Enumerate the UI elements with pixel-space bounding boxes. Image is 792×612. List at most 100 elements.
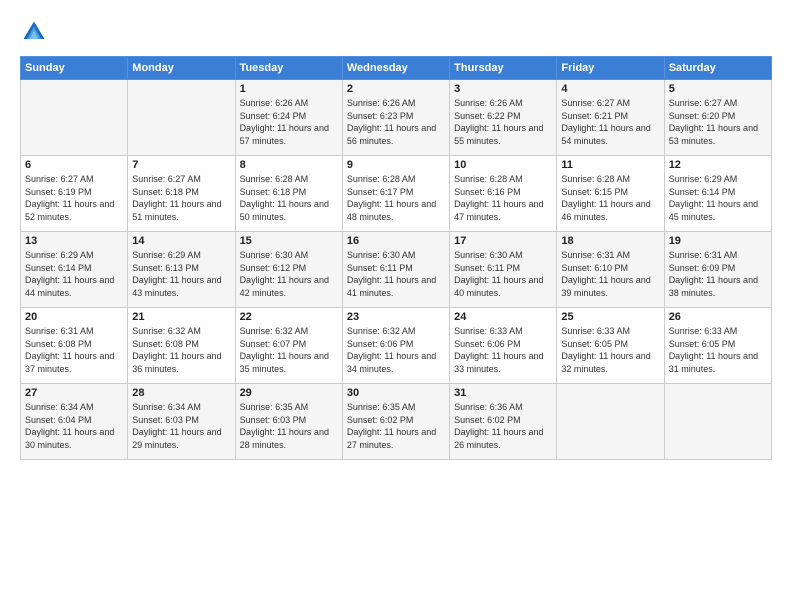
day-number: 16 <box>347 235 445 247</box>
calendar-cell: 11 Sunrise: 6:28 AM Sunset: 6:15 PM Dayl… <box>557 156 664 232</box>
day-number: 18 <box>561 235 659 247</box>
day-info: Sunrise: 6:35 AM Sunset: 6:03 PM Dayligh… <box>240 401 338 451</box>
day-number: 14 <box>132 235 230 247</box>
header <box>20 18 772 46</box>
day-number: 30 <box>347 387 445 399</box>
day-number: 27 <box>25 387 123 399</box>
day-info: Sunrise: 6:29 AM Sunset: 6:13 PM Dayligh… <box>132 249 230 299</box>
day-info: Sunrise: 6:32 AM Sunset: 6:06 PM Dayligh… <box>347 325 445 375</box>
weekday-header: Friday <box>557 57 664 80</box>
day-number: 5 <box>669 83 767 95</box>
day-info: Sunrise: 6:26 AM Sunset: 6:22 PM Dayligh… <box>454 97 552 147</box>
calendar-cell: 12 Sunrise: 6:29 AM Sunset: 6:14 PM Dayl… <box>664 156 771 232</box>
calendar-cell: 13 Sunrise: 6:29 AM Sunset: 6:14 PM Dayl… <box>21 232 128 308</box>
calendar-cell <box>557 384 664 460</box>
day-info: Sunrise: 6:28 AM Sunset: 6:16 PM Dayligh… <box>454 173 552 223</box>
day-info: Sunrise: 6:28 AM Sunset: 6:17 PM Dayligh… <box>347 173 445 223</box>
day-info: Sunrise: 6:26 AM Sunset: 6:23 PM Dayligh… <box>347 97 445 147</box>
day-info: Sunrise: 6:29 AM Sunset: 6:14 PM Dayligh… <box>669 173 767 223</box>
calendar-cell <box>664 384 771 460</box>
day-info: Sunrise: 6:33 AM Sunset: 6:05 PM Dayligh… <box>669 325 767 375</box>
day-info: Sunrise: 6:26 AM Sunset: 6:24 PM Dayligh… <box>240 97 338 147</box>
day-number: 28 <box>132 387 230 399</box>
day-number: 7 <box>132 159 230 171</box>
weekday-header: Tuesday <box>235 57 342 80</box>
calendar-cell: 18 Sunrise: 6:31 AM Sunset: 6:10 PM Dayl… <box>557 232 664 308</box>
calendar-cell: 4 Sunrise: 6:27 AM Sunset: 6:21 PM Dayli… <box>557 80 664 156</box>
calendar-cell: 10 Sunrise: 6:28 AM Sunset: 6:16 PM Dayl… <box>450 156 557 232</box>
calendar-cell: 27 Sunrise: 6:34 AM Sunset: 6:04 PM Dayl… <box>21 384 128 460</box>
day-number: 31 <box>454 387 552 399</box>
day-number: 22 <box>240 311 338 323</box>
calendar-cell: 24 Sunrise: 6:33 AM Sunset: 6:06 PM Dayl… <box>450 308 557 384</box>
calendar-cell: 14 Sunrise: 6:29 AM Sunset: 6:13 PM Dayl… <box>128 232 235 308</box>
page: SundayMondayTuesdayWednesdayThursdayFrid… <box>0 0 792 612</box>
day-number: 3 <box>454 83 552 95</box>
day-info: Sunrise: 6:28 AM Sunset: 6:18 PM Dayligh… <box>240 173 338 223</box>
day-info: Sunrise: 6:29 AM Sunset: 6:14 PM Dayligh… <box>25 249 123 299</box>
calendar-cell: 6 Sunrise: 6:27 AM Sunset: 6:19 PM Dayli… <box>21 156 128 232</box>
day-info: Sunrise: 6:36 AM Sunset: 6:02 PM Dayligh… <box>454 401 552 451</box>
calendar-cell: 15 Sunrise: 6:30 AM Sunset: 6:12 PM Dayl… <box>235 232 342 308</box>
day-number: 21 <box>132 311 230 323</box>
calendar-cell: 28 Sunrise: 6:34 AM Sunset: 6:03 PM Dayl… <box>128 384 235 460</box>
weekday-header: Sunday <box>21 57 128 80</box>
calendar-cell: 3 Sunrise: 6:26 AM Sunset: 6:22 PM Dayli… <box>450 80 557 156</box>
day-info: Sunrise: 6:30 AM Sunset: 6:11 PM Dayligh… <box>347 249 445 299</box>
day-info: Sunrise: 6:34 AM Sunset: 6:04 PM Dayligh… <box>25 401 123 451</box>
day-number: 15 <box>240 235 338 247</box>
calendar-header-row: SundayMondayTuesdayWednesdayThursdayFrid… <box>21 57 772 80</box>
calendar-cell: 1 Sunrise: 6:26 AM Sunset: 6:24 PM Dayli… <box>235 80 342 156</box>
calendar-cell: 2 Sunrise: 6:26 AM Sunset: 6:23 PM Dayli… <box>342 80 449 156</box>
day-info: Sunrise: 6:33 AM Sunset: 6:06 PM Dayligh… <box>454 325 552 375</box>
day-number: 19 <box>669 235 767 247</box>
calendar-cell: 20 Sunrise: 6:31 AM Sunset: 6:08 PM Dayl… <box>21 308 128 384</box>
day-info: Sunrise: 6:32 AM Sunset: 6:08 PM Dayligh… <box>132 325 230 375</box>
day-number: 20 <box>25 311 123 323</box>
day-number: 29 <box>240 387 338 399</box>
calendar-table: SundayMondayTuesdayWednesdayThursdayFrid… <box>20 56 772 460</box>
day-number: 13 <box>25 235 123 247</box>
day-info: Sunrise: 6:31 AM Sunset: 6:10 PM Dayligh… <box>561 249 659 299</box>
day-number: 1 <box>240 83 338 95</box>
day-number: 10 <box>454 159 552 171</box>
day-number: 4 <box>561 83 659 95</box>
calendar-cell: 29 Sunrise: 6:35 AM Sunset: 6:03 PM Dayl… <box>235 384 342 460</box>
weekday-header: Monday <box>128 57 235 80</box>
calendar-cell <box>128 80 235 156</box>
weekday-header: Saturday <box>664 57 771 80</box>
day-info: Sunrise: 6:27 AM Sunset: 6:21 PM Dayligh… <box>561 97 659 147</box>
day-number: 12 <box>669 159 767 171</box>
calendar-cell: 22 Sunrise: 6:32 AM Sunset: 6:07 PM Dayl… <box>235 308 342 384</box>
calendar-week-row: 1 Sunrise: 6:26 AM Sunset: 6:24 PM Dayli… <box>21 80 772 156</box>
day-info: Sunrise: 6:31 AM Sunset: 6:09 PM Dayligh… <box>669 249 767 299</box>
calendar-cell: 23 Sunrise: 6:32 AM Sunset: 6:06 PM Dayl… <box>342 308 449 384</box>
day-number: 23 <box>347 311 445 323</box>
day-number: 26 <box>669 311 767 323</box>
weekday-header: Wednesday <box>342 57 449 80</box>
day-number: 8 <box>240 159 338 171</box>
day-number: 2 <box>347 83 445 95</box>
calendar-cell: 19 Sunrise: 6:31 AM Sunset: 6:09 PM Dayl… <box>664 232 771 308</box>
day-number: 17 <box>454 235 552 247</box>
day-info: Sunrise: 6:27 AM Sunset: 6:18 PM Dayligh… <box>132 173 230 223</box>
calendar-cell: 17 Sunrise: 6:30 AM Sunset: 6:11 PM Dayl… <box>450 232 557 308</box>
weekday-header: Thursday <box>450 57 557 80</box>
calendar-cell: 26 Sunrise: 6:33 AM Sunset: 6:05 PM Dayl… <box>664 308 771 384</box>
day-number: 6 <box>25 159 123 171</box>
day-info: Sunrise: 6:27 AM Sunset: 6:20 PM Dayligh… <box>669 97 767 147</box>
day-info: Sunrise: 6:35 AM Sunset: 6:02 PM Dayligh… <box>347 401 445 451</box>
day-number: 9 <box>347 159 445 171</box>
calendar-week-row: 13 Sunrise: 6:29 AM Sunset: 6:14 PM Dayl… <box>21 232 772 308</box>
day-number: 11 <box>561 159 659 171</box>
logo-icon <box>20 18 48 46</box>
calendar-cell: 16 Sunrise: 6:30 AM Sunset: 6:11 PM Dayl… <box>342 232 449 308</box>
day-info: Sunrise: 6:30 AM Sunset: 6:11 PM Dayligh… <box>454 249 552 299</box>
day-info: Sunrise: 6:27 AM Sunset: 6:19 PM Dayligh… <box>25 173 123 223</box>
calendar-cell: 7 Sunrise: 6:27 AM Sunset: 6:18 PM Dayli… <box>128 156 235 232</box>
day-info: Sunrise: 6:34 AM Sunset: 6:03 PM Dayligh… <box>132 401 230 451</box>
day-info: Sunrise: 6:30 AM Sunset: 6:12 PM Dayligh… <box>240 249 338 299</box>
calendar-cell: 30 Sunrise: 6:35 AM Sunset: 6:02 PM Dayl… <box>342 384 449 460</box>
calendar-cell: 31 Sunrise: 6:36 AM Sunset: 6:02 PM Dayl… <box>450 384 557 460</box>
day-number: 24 <box>454 311 552 323</box>
